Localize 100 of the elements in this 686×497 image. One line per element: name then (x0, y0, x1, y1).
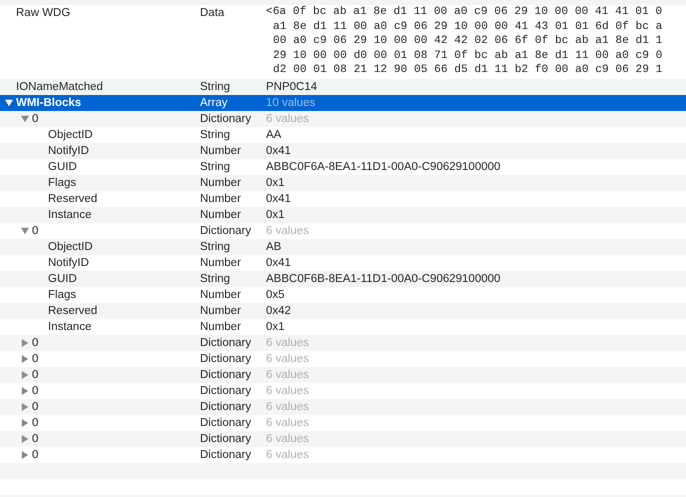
value-label: 0x1 (266, 208, 285, 221)
key-label: 0 (32, 352, 38, 367)
type-label: Dictionary (200, 112, 252, 125)
type-label: Dictionary (200, 368, 252, 381)
value-label: 6 values (266, 400, 309, 413)
type-label: Dictionary (200, 416, 252, 429)
outline-row[interactable]: GUID String ABBC0F6B-8EA1-11D1-00A0-C90629100000 (0, 270, 686, 287)
outline-row[interactable]: Flags Number 0x1 (0, 174, 686, 191)
hex-data-line: <6a 0f bc ab a1 8e d1 11 00 a0 c9 06 29 10 00 00 41 41 01 0 (266, 5, 664, 20)
value-label: PNP0C14 (266, 80, 318, 93)
type-label: Dictionary (200, 224, 252, 237)
disclosure-triangle-icon[interactable] (21, 370, 29, 379)
value-label: 6 values (266, 336, 309, 349)
type-label: Number (200, 208, 241, 221)
outline-row[interactable]: WMI-Blocks Array 10 values (0, 94, 686, 111)
type-label: String (200, 80, 230, 93)
outline-row[interactable]: 0 Dictionary 6 values (0, 366, 686, 383)
disclosure-triangle-icon[interactable] (21, 434, 29, 443)
value-label: 0x41 (266, 256, 291, 269)
type-label: Number (200, 144, 241, 157)
value-label: 0x1 (266, 320, 285, 333)
key-label: GUID (48, 272, 77, 287)
value-label: 6 values (266, 224, 309, 237)
key-label: Instance (48, 208, 92, 223)
type-label: Dictionary (200, 336, 252, 349)
type-label: Number (200, 192, 241, 205)
outline-row[interactable]: 0 Dictionary 6 values (0, 334, 686, 351)
hex-data-line: d2 00 01 08 21 12 90 05 66 d5 d1 11 b2 f0 00 a0 c9 06 29 1 (272, 63, 664, 78)
disclosure-triangle-icon[interactable] (21, 354, 29, 363)
outline-row[interactable]: Instance Number 0x1 (0, 206, 686, 223)
key-label: 0 (32, 112, 38, 127)
value-label: 0x41 (266, 192, 291, 205)
type-label: Dictionary (200, 384, 252, 397)
key-label: 0 (32, 384, 38, 399)
type-label: String (200, 128, 230, 141)
key-label: Reserved (48, 304, 98, 319)
key-label: Flags (48, 176, 76, 191)
key-label: NotifyID (48, 256, 89, 271)
key-label: IONameMatched (16, 80, 103, 95)
key-label: Flags (48, 288, 76, 303)
value-label: AB (266, 240, 282, 253)
disclosure-triangle-icon[interactable] (21, 418, 29, 427)
key-label: Instance (48, 320, 92, 335)
disclosure-triangle-icon[interactable] (21, 450, 29, 459)
key-label: NotifyID (48, 144, 89, 159)
value-label: 6 values (266, 112, 309, 125)
key-label: 0 (32, 416, 38, 431)
type-label: Dictionary (200, 352, 252, 365)
type-label: Data (200, 7, 224, 19)
value-label: ABBC0F6A-8EA1-11D1-00A0-C90629100000 (266, 160, 500, 173)
key-label: 0 (32, 368, 38, 383)
type-label: Dictionary (200, 448, 252, 461)
hex-data-line: a1 8e d1 11 00 a0 c9 06 29 10 00 00 41 43 01 01 6d 0f bc a (272, 20, 664, 34)
hex-data-line: 29 10 00 00 d0 00 01 08 71 0f bc ab a1 8e d1 11 00 a0 c9 0 (272, 48, 664, 64)
type-label: Number (200, 176, 241, 189)
value-label: 6 values (266, 368, 309, 381)
value-label: 6 values (266, 448, 309, 461)
outline-row[interactable]: Reserved Number 0x42 (0, 302, 686, 319)
value-label: 0x5 (266, 288, 285, 301)
key-label: 0 (32, 336, 38, 351)
key-label: ObjectID (48, 128, 93, 143)
value-label: 0x42 (266, 304, 291, 317)
value-label: AA (266, 128, 282, 141)
type-label: String (200, 160, 230, 173)
hex-data-line: 00 a0 c9 06 29 10 00 00 42 42 02 06 6f 0f bc ab a1 8e d1 1 (272, 34, 664, 49)
disclosure-triangle-icon[interactable] (21, 338, 29, 347)
disclosure-triangle-icon[interactable] (21, 114, 29, 123)
outline-row[interactable]: ObjectID String AB (0, 238, 686, 255)
type-label: Dictionary (200, 432, 252, 445)
disclosure-triangle-icon[interactable] (21, 226, 29, 235)
key-label: 0 (32, 224, 38, 239)
value-label: ABBC0F6B-8EA1-11D1-00A0-C90629100000 (266, 272, 500, 285)
value-label: 6 values (266, 384, 309, 397)
type-label: Dictionary (200, 400, 252, 413)
outline-row[interactable]: 0 Dictionary 6 values (0, 398, 686, 415)
key-label: 0 (32, 432, 38, 447)
key-label: WMI-Blocks (16, 96, 82, 111)
outline-row[interactable]: 0 Dictionary 6 values (0, 430, 686, 447)
outline-row[interactable]: 0 Dictionary 6 values (0, 110, 686, 127)
disclosure-triangle-icon[interactable] (5, 98, 13, 107)
key-label: ObjectID (48, 240, 93, 255)
disclosure-triangle-icon[interactable] (21, 402, 29, 411)
type-label: String (200, 240, 230, 253)
type-label: Number (200, 256, 241, 269)
key-label: GUID (48, 160, 77, 175)
disclosure-triangle-icon[interactable] (21, 386, 29, 395)
value-label: 6 values (266, 432, 309, 445)
value-label: 6 values (266, 352, 309, 365)
key-label: 0 (32, 448, 38, 463)
type-label: Number (200, 304, 241, 317)
outline-row[interactable]: NotifyID Number 0x41 (0, 142, 686, 159)
value-label: 0x1 (266, 176, 285, 189)
key-label: Reserved (48, 192, 98, 207)
value-label: 0x41 (266, 144, 291, 157)
type-label: Number (200, 320, 241, 333)
outline-row[interactable]: IONameMatched String PNP0C14 (0, 78, 686, 95)
type-label: Number (200, 288, 241, 301)
value-label: 6 values (266, 416, 309, 429)
type-label: Array (200, 96, 228, 109)
type-label: String (200, 272, 230, 285)
